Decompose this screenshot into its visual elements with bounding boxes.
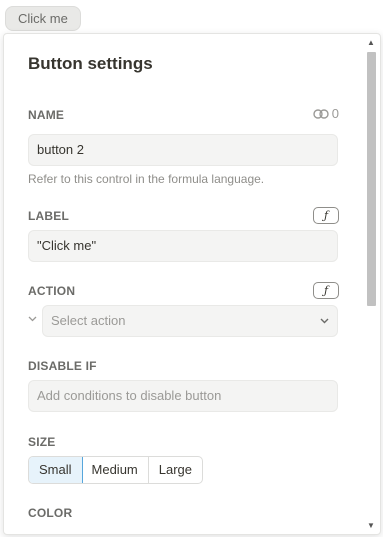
disable-if-section-label: DISABLE IF [28, 359, 97, 373]
scroll-up-arrow-icon[interactable]: ▲ [367, 38, 375, 47]
action-section-label: ACTION [28, 284, 76, 298]
scroll-down-arrow-icon[interactable]: ▼ [367, 521, 375, 530]
link-count-value: 0 [331, 106, 339, 121]
label-section-label: LABEL [28, 209, 69, 223]
size-segmented-control: Small Medium Large [28, 456, 204, 484]
preview-click-me-button[interactable]: Click me [5, 6, 81, 31]
name-references[interactable]: 0 [313, 106, 339, 121]
action-select-placeholder: Select action [51, 313, 126, 328]
button-settings-panel: Button settings NAME 0 button 2 Refer to… [3, 33, 381, 535]
action-select[interactable]: Select action [42, 305, 338, 337]
function-icon: ƒ [323, 284, 329, 297]
chevron-down-icon [320, 306, 329, 348]
name-section-label: NAME [28, 108, 65, 122]
panel-title: Button settings [28, 54, 153, 73]
link-icon [313, 108, 329, 119]
action-formula-button[interactable]: ƒ [313, 282, 339, 299]
action-expand-icon[interactable] [28, 314, 37, 325]
disable-if-field[interactable]: Add conditions to disable button [28, 380, 338, 412]
label-formula-button[interactable]: ƒ [313, 207, 339, 224]
size-section-label: SIZE [28, 435, 56, 449]
color-section-label: COLOR [28, 506, 73, 520]
name-hint: Refer to this control in the formula lan… [28, 172, 265, 186]
size-option-medium[interactable]: Medium [82, 457, 149, 483]
size-option-small[interactable]: Small [29, 457, 83, 483]
label-field[interactable]: "Click me" [28, 230, 338, 262]
chevron-down-icon [28, 316, 37, 322]
scrollbar[interactable]: ▲ ▼ [364, 36, 378, 532]
name-field[interactable]: button 2 [28, 134, 338, 166]
function-icon: ƒ [323, 209, 329, 222]
size-option-large[interactable]: Large [149, 457, 202, 483]
scrollbar-thumb[interactable] [367, 52, 376, 306]
